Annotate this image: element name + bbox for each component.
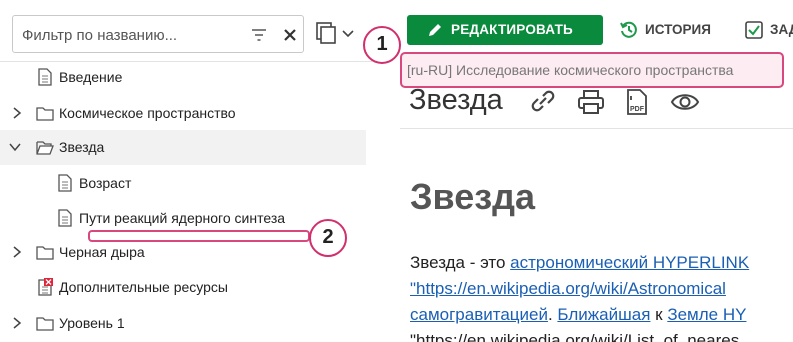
callout-badge: 2 — [309, 219, 347, 257]
breadcrumb[interactable]: [ru-RU] Исследование космического простр… — [400, 52, 784, 88]
history-icon — [620, 21, 637, 38]
tree-item-label: Черная дыра — [59, 244, 145, 260]
highlight-marker — [88, 230, 310, 242]
paragraph-text: . — [547, 305, 558, 324]
document-icon — [58, 209, 72, 227]
paragraph-text: к — [650, 305, 668, 324]
edit-button[interactable]: РЕДАКТИРОВАТЬ — [407, 15, 603, 45]
page-title: Звезда — [409, 84, 503, 116]
link-icon[interactable] — [528, 89, 558, 115]
copy-dropdown-icon[interactable] — [316, 22, 358, 46]
pdf-icon[interactable]: PDF — [622, 89, 652, 115]
eye-icon[interactable] — [670, 89, 700, 115]
callout-badge: 1 — [363, 26, 401, 64]
filter-box — [12, 15, 304, 53]
edit-button-label: РЕДАКТИРОВАТЬ — [451, 22, 573, 37]
history-button-label: ИСТОРИЯ — [645, 22, 711, 37]
document-icon — [38, 68, 52, 86]
print-icon[interactable] — [576, 89, 606, 115]
filter-icon[interactable] — [251, 27, 267, 43]
filter-input[interactable] — [22, 25, 242, 45]
content-link[interactable]: Земле HY — [667, 305, 746, 324]
tree-item-additional-resources[interactable]: Дополнительные ресурсы — [0, 270, 366, 305]
content-link[interactable]: астрономический HYPERLINK — [510, 253, 749, 272]
document-error-icon — [38, 278, 53, 296]
tree-item-space[interactable]: Космическое пространство — [0, 96, 366, 131]
paragraph-line: самогравитацией. Ближайшая к Земле HY — [410, 305, 746, 325]
paragraph-text: Звезда - это — [410, 253, 511, 272]
paragraph-line: Звезда - это астрономический HYPERLINK — [410, 253, 749, 273]
chevron-right-icon[interactable] — [10, 245, 24, 259]
tree-item-star[interactable]: Звезда — [0, 130, 366, 165]
checkbox-icon — [745, 21, 763, 39]
sidebar: Введение Космическое пространство Звезда… — [0, 0, 372, 342]
paragraph-text: "https://en.wikipedia.org/wiki/List_of_n… — [410, 331, 740, 342]
tasks-button-label: ЗАД — [770, 22, 793, 37]
tree-item-age[interactable]: Возраст — [0, 166, 366, 201]
tree-item-label: Дополнительные ресурсы — [59, 279, 228, 295]
tree-item-label: Возраст — [79, 175, 132, 191]
folder-open-icon — [36, 141, 54, 155]
tree-item-label: Пути реакций ядерного синтеза — [79, 210, 286, 226]
tree-item-label: Звезда — [59, 139, 105, 155]
paragraph-line: "https://en.wikipedia.org/wiki/Astronomi… — [410, 279, 726, 299]
header-divider — [400, 128, 793, 129]
chevron-down-icon[interactable] — [8, 140, 22, 154]
document-icon — [58, 174, 72, 192]
paragraph-line: "https://en.wikipedia.org/wiki/List_of_n… — [410, 331, 739, 342]
folder-icon — [36, 246, 54, 260]
content-link[interactable]: Ближайшая — [557, 305, 650, 324]
svg-text:PDF: PDF — [630, 106, 645, 113]
chevron-right-icon[interactable] — [10, 106, 24, 120]
tree-item-label: Уровень 1 — [59, 315, 125, 331]
breadcrumb-text: [ru-RU] Исследование космического простр… — [407, 62, 734, 78]
pencil-icon — [429, 24, 441, 36]
close-icon[interactable] — [281, 26, 299, 44]
content-heading: Звезда — [410, 176, 535, 217]
folder-icon — [36, 317, 54, 331]
content-link[interactable]: "https://en.wikipedia.org/wiki/Astronomi… — [410, 279, 726, 298]
content-link[interactable]: самогравитацией — [410, 305, 548, 324]
tree-item-introduction[interactable]: Введение — [0, 60, 366, 95]
chevron-right-icon[interactable] — [10, 316, 24, 330]
main-content: РЕДАКТИРОВАТЬ ИСТОРИЯ ЗАД [ru-RU] Исслед… — [400, 0, 793, 342]
folder-icon — [36, 107, 54, 121]
tree-item-level-1[interactable]: Уровень 1 — [0, 306, 366, 341]
tree-item-label: Космическое пространство — [59, 105, 236, 121]
tree-item-label: Введение — [59, 69, 123, 85]
